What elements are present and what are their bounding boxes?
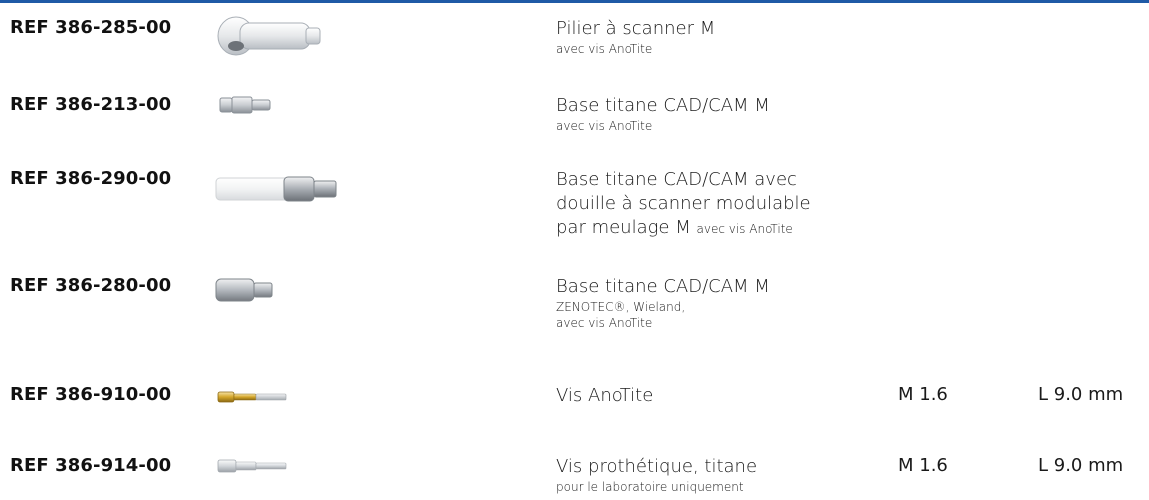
scan-body-icon: [216, 14, 326, 63]
product-title: Vis AnoTite: [556, 385, 654, 406]
product-title-line-with-subtitle: par meulage M avec vis AnoTite: [556, 216, 886, 241]
product-ref: REF 386-914-00: [10, 455, 172, 476]
product-title: Vis prothétique, titane: [556, 456, 758, 477]
product-subtitle: pour le laboratoire uniquement: [556, 480, 744, 494]
product-description: Base titane CAD/CAM avec douille à scann…: [556, 168, 886, 241]
product-title-line: douille à scanner modulable: [556, 193, 811, 214]
product-title: Pilier à scanner M: [556, 18, 716, 39]
product-subtitle-line: ZENOTEC®, Wieland,: [556, 300, 686, 314]
product-ref: REF 386-290-00: [10, 168, 172, 189]
product-description: Base titane CAD/CAM M ZENOTEC®, Wieland,…: [556, 275, 886, 331]
titanium-base-zenotec-icon: [214, 277, 278, 308]
product-subtitle: avec vis AnoTite: [696, 222, 793, 236]
product-description: Pilier à scanner M avec vis AnoTite: [556, 17, 886, 57]
titanium-screw-icon: [216, 459, 290, 478]
product-subtitle: avec vis AnoTite: [556, 42, 653, 56]
product-ref: REF 386-280-00: [10, 275, 172, 296]
product-ref: REF 386-910-00: [10, 384, 172, 405]
titanium-base-sleeve-icon: [214, 172, 344, 211]
product-description: Base titane CAD/CAM M avec vis AnoTite: [556, 94, 886, 134]
product-title-line: par meulage M: [556, 217, 691, 238]
product-size: M 1.6: [898, 455, 948, 476]
product-subtitle-line: avec vis AnoTite: [556, 316, 653, 330]
product-length: L 9.0 mm: [1038, 384, 1124, 405]
product-title-line: Base titane CAD/CAM avec: [556, 169, 797, 190]
product-description: Vis AnoTite: [556, 384, 886, 408]
product-length: L 9.0 mm: [1038, 455, 1124, 476]
titanium-base-icon: [218, 94, 278, 121]
gold-screw-icon: [216, 390, 290, 408]
product-subtitle: avec vis AnoTite: [556, 119, 653, 133]
header-rule: [0, 0, 1149, 3]
product-ref: REF 386-285-00: [10, 17, 172, 38]
product-title: Base titane CAD/CAM M: [556, 276, 770, 297]
product-description: Vis prothétique, titane pour le laborato…: [556, 455, 886, 495]
product-title: Base titane CAD/CAM M: [556, 95, 770, 116]
product-size: M 1.6: [898, 384, 948, 405]
product-ref: REF 386-213-00: [10, 94, 172, 115]
